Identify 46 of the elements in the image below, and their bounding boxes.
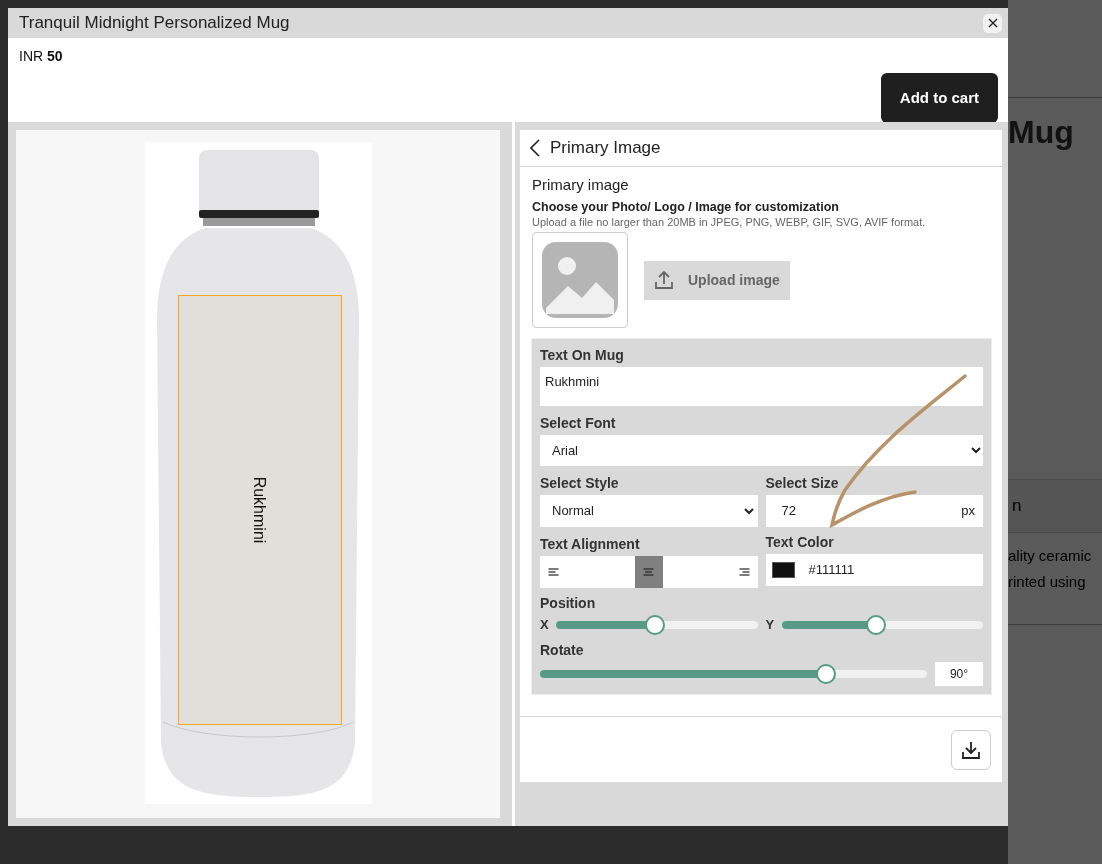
download-button[interactable]	[951, 729, 991, 770]
text-input[interactable]: Rukhmini	[540, 367, 983, 406]
field-label: Text Color	[765, 533, 835, 551]
position-slider[interactable]	[781, 615, 983, 635]
back-button[interactable]	[530, 139, 540, 157]
font-select[interactable]: Arial	[540, 435, 983, 466]
section-title: Primary image	[532, 176, 630, 194]
position-slider[interactable]	[556, 615, 758, 635]
image-placeholder-icon	[540, 240, 620, 320]
field-label: Select Style	[540, 474, 620, 492]
field-label: Select Size	[765, 474, 840, 492]
close-button[interactable]	[983, 13, 1002, 33]
field-label: Text Alignment	[540, 535, 641, 553]
chevron-left-icon	[530, 139, 540, 157]
download-icon	[961, 739, 981, 760]
close-icon	[987, 18, 998, 28]
chevron-down-icon	[971, 447, 981, 454]
align-icon	[643, 568, 655, 576]
size-input[interactable]: 72 px	[765, 495, 983, 527]
instruction-text: Choose your Photo/ Logo / Image for customization	[532, 199, 840, 215]
color-input[interactable]: #111111	[765, 554, 983, 586]
field-label: Position	[540, 594, 597, 612]
print-text: Rukhmini	[250, 476, 270, 544]
align-icon	[738, 568, 750, 576]
modal-title: Tranquil Midnight Personalized Mug	[19, 12, 290, 35]
chevron-down-icon	[743, 507, 754, 515]
axis-label: X	[540, 616, 550, 635]
upload-icon	[654, 270, 674, 290]
field-label: Select Font	[540, 414, 617, 432]
panel-title: Primary Image	[550, 137, 661, 160]
field-label: Text On Mug	[540, 346, 625, 364]
rotate-value-field[interactable]: 90°	[935, 662, 983, 686]
add-to-cart-button[interactable]: Add to cart	[880, 73, 998, 123]
description-text: rinted using	[1008, 572, 1087, 592]
price-text: INR 50	[19, 47, 64, 66]
rotate-slider[interactable]	[540, 664, 927, 684]
hint-text: Upload a file no larger than 20MB in JPEG, PNG, WEBP, GIF, SVG, AVIF format.	[532, 215, 927, 229]
section-label: n	[1012, 495, 1022, 518]
product-heading: Mug	[1008, 113, 1075, 152]
align-icon	[548, 568, 559, 576]
axis-label: Y	[765, 616, 776, 635]
align-option[interactable]	[634, 556, 663, 588]
upload-image-button[interactable]: Upload image	[644, 260, 790, 300]
field-label: Rotate	[540, 641, 585, 659]
style-select[interactable]: Normal	[540, 495, 758, 527]
description-text: ality ceramic	[1008, 546, 1093, 566]
